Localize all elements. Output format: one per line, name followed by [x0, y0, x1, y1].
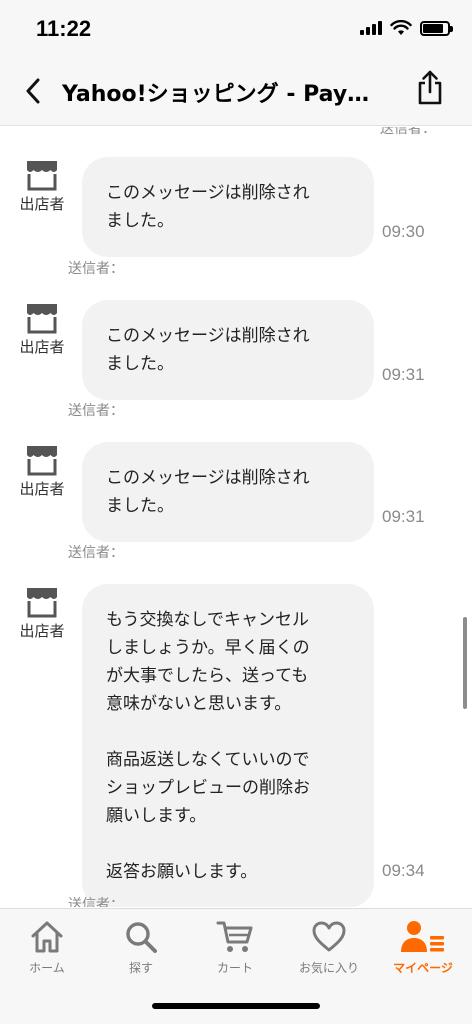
cart-icon: [216, 921, 253, 952]
status-bar: 11:22: [0, 0, 472, 56]
status-time: 11:22: [36, 16, 92, 41]
nav-header: Yahoo!ショッピング - Pay…: [0, 56, 472, 126]
shop-avatar[interactable]: 出店者: [14, 159, 70, 214]
tab-search[interactable]: 探す: [94, 919, 188, 976]
message-bubble: このメッセージは削除され ました。: [82, 442, 374, 542]
message-time: 09:31: [382, 365, 425, 384]
home-icon: [31, 921, 63, 953]
shop-avatar[interactable]: 出店者: [14, 444, 70, 499]
store-icon: [27, 161, 57, 191]
sender-label: 送信者：: [68, 897, 124, 907]
message-list[interactable]: 送信者： 出店者 このメッセージは削除され ました。 09:30 送信者： 出店…: [0, 127, 472, 907]
sender-label: 送信者：: [380, 127, 436, 137]
tab-home[interactable]: ホーム: [0, 919, 94, 976]
battery-icon: [420, 20, 453, 36]
store-icon: [27, 304, 57, 334]
sender-label: 送信者：: [68, 545, 124, 561]
message-time: 09:31: [382, 507, 425, 526]
share-icon: [418, 70, 442, 105]
tab-mypage[interactable]: マイページ: [376, 919, 470, 976]
shop-avatar[interactable]: 出店者: [14, 302, 70, 357]
page-title: Yahoo!ショッピング - Pay…: [62, 82, 370, 107]
wifi-icon: [390, 20, 412, 35]
tab-label: ホーム: [29, 961, 65, 975]
signal-icon: [360, 21, 382, 35]
message-bubble: このメッセージは削除され ました。: [82, 157, 374, 257]
mypage-icon: [401, 921, 444, 952]
share-button[interactable]: [412, 68, 448, 108]
message-bubble: このメッセージは削除され ました。: [82, 300, 374, 400]
search-icon: [126, 922, 157, 953]
home-indicator[interactable]: [152, 1003, 320, 1009]
back-button[interactable]: [18, 74, 48, 108]
heart-icon: [312, 921, 346, 952]
shop-name: 出店者: [19, 622, 65, 640]
status-icons: [360, 20, 453, 36]
tab-label: 探す: [128, 961, 153, 975]
store-icon: [27, 446, 57, 476]
store-icon: [27, 588, 57, 618]
message-time: 09:34: [382, 861, 425, 880]
tab-label: マイページ: [393, 961, 453, 975]
sender-label: 送信者：: [68, 403, 124, 419]
chevron-left-icon: [26, 78, 40, 104]
tab-label: カート: [216, 961, 253, 975]
tab-favorites[interactable]: お気に入り: [282, 919, 376, 976]
message-bubble: もう交換なしでキャンセル しましょうか。早く届くの が大事でしたら、送っても 意…: [82, 584, 374, 907]
tab-label: お気に入り: [298, 961, 359, 975]
tab-cart[interactable]: カート: [188, 919, 282, 976]
shop-avatar[interactable]: 出店者: [14, 586, 70, 641]
shop-name: 出店者: [19, 338, 65, 356]
shop-name: 出店者: [19, 195, 65, 213]
scrollbar[interactable]: [463, 617, 467, 709]
sender-label: 送信者：: [68, 261, 124, 277]
shop-name: 出店者: [19, 480, 65, 498]
message-time: 09:30: [382, 222, 425, 241]
